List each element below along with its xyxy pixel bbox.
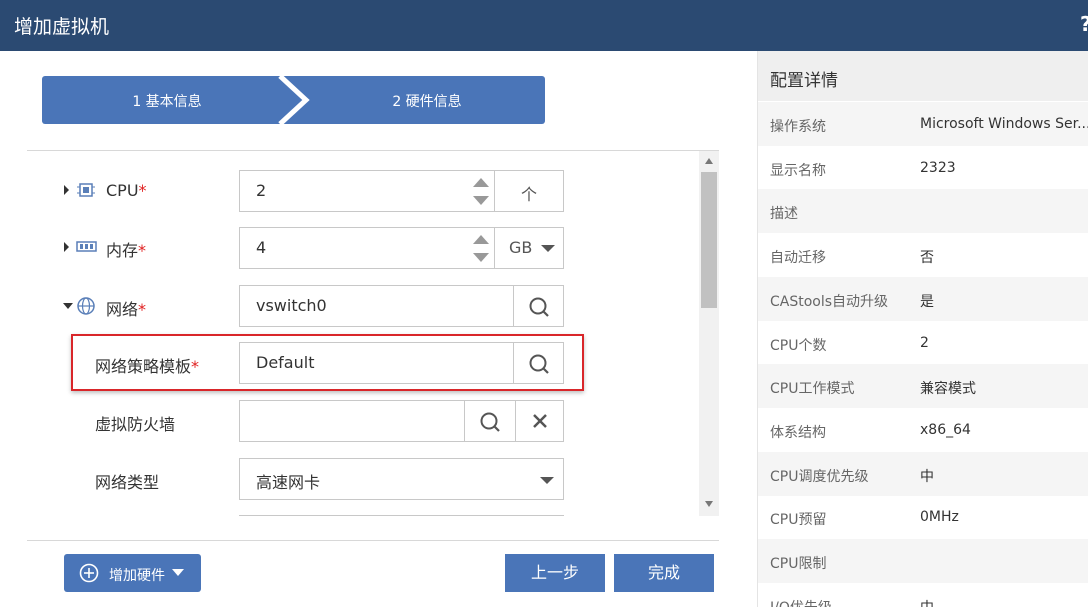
network-label: 网络* [106, 300, 147, 319]
network-type-label: 网络类型 [95, 473, 160, 492]
cpu-stepper[interactable]: 2 个 [239, 170, 564, 212]
config-details-header: 配置详情 [758, 51, 1088, 101]
network-search-button[interactable] [513, 286, 564, 326]
detail-row: 体系结构 x86_64 [770, 422, 971, 441]
decrement-icon[interactable] [473, 253, 489, 262]
next-field-edge [239, 515, 564, 516]
search-icon [480, 412, 500, 432]
virtual-firewall-search-button[interactable] [464, 401, 515, 441]
network-type-value: 高速网卡 [256, 473, 321, 492]
search-icon [529, 297, 549, 317]
cpu-chip-icon [77, 183, 95, 197]
network-field[interactable]: vswitch0 [239, 285, 564, 327]
memory-module-icon [76, 241, 97, 252]
detail-row: CPU调度优先级中 [758, 452, 1088, 496]
globe-icon [77, 297, 95, 315]
step-basic-info[interactable]: 1 基本信息 [82, 91, 252, 111]
detail-row: CPU预留 0MHz [770, 509, 959, 528]
cpu-label: CPU* [106, 181, 147, 200]
add-hardware-button[interactable]: 增加硬件 [64, 554, 201, 592]
virtual-firewall-field[interactable] [239, 400, 564, 442]
chevron-down-icon [540, 477, 554, 484]
scroll-down-arrow-icon[interactable] [705, 501, 713, 507]
add-hardware-label: 增加硬件 [109, 568, 165, 584]
cpu-value: 2 [256, 181, 267, 200]
step-separator-icon [278, 76, 310, 124]
title-bar: 增加虚拟机 ? [0, 0, 1088, 51]
expand-cpu-icon[interactable] [64, 185, 69, 195]
window-title: 增加虚拟机 [14, 16, 110, 38]
step-hardware-info[interactable]: 2 硬件信息 [342, 91, 512, 111]
virtual-firewall-label: 虚拟防火墙 [95, 415, 176, 434]
detail-row: 描述 [758, 189, 1088, 233]
memory-value: 4 [256, 238, 267, 257]
finish-button[interactable]: 完成 [614, 554, 714, 592]
plus-circle-icon [79, 563, 99, 583]
network-type-select[interactable]: 高速网卡 [239, 458, 564, 500]
expand-memory-icon[interactable] [64, 242, 69, 252]
chevron-down-icon [541, 245, 555, 252]
collapse-network-icon[interactable] [63, 303, 73, 309]
detail-row: 操作系统 Microsoft Windows Ser... [758, 102, 1088, 146]
close-icon [533, 414, 547, 428]
config-details-title: 配置详情 [770, 71, 838, 91]
scrollbar-thumb[interactable] [701, 172, 717, 308]
detail-row: I/O优先级中 [758, 583, 1088, 607]
wizard-steps: 1 基本信息 2 硬件信息 [42, 76, 545, 124]
prev-step-button[interactable]: 上一步 [505, 554, 605, 592]
network-value: vswitch0 [256, 296, 327, 315]
detail-row: CPU个数 2 [770, 335, 929, 354]
form-divider-bottom [27, 540, 719, 541]
memory-label: 内存* [106, 241, 147, 260]
memory-unit-select[interactable]: GB [494, 228, 564, 268]
chevron-down-icon [172, 569, 184, 576]
memory-stepper[interactable]: 4 GB [239, 227, 564, 269]
help-icon[interactable]: ? [1080, 12, 1088, 36]
virtual-firewall-clear-button[interactable] [515, 401, 564, 441]
scroll-up-arrow-icon[interactable] [705, 158, 713, 164]
detail-row: 显示名称 2323 [770, 160, 956, 179]
config-details-panel: 配置详情 操作系统 Microsoft Windows Ser... 显示名称 23… [757, 51, 1088, 607]
cpu-unit: 个 [494, 171, 564, 211]
detail-row: 自动迁移否 [770, 250, 934, 266]
decrement-icon[interactable] [473, 196, 489, 205]
highlight-box [71, 334, 584, 391]
increment-icon[interactable] [473, 178, 489, 187]
detail-row: CPU限制 [758, 539, 1088, 583]
increment-icon[interactable] [473, 235, 489, 244]
form-divider-top [27, 150, 719, 151]
detail-row: CAStools自动升级是 [758, 277, 1088, 321]
detail-row: CPU工作模式 兼容模式 [758, 364, 1088, 408]
